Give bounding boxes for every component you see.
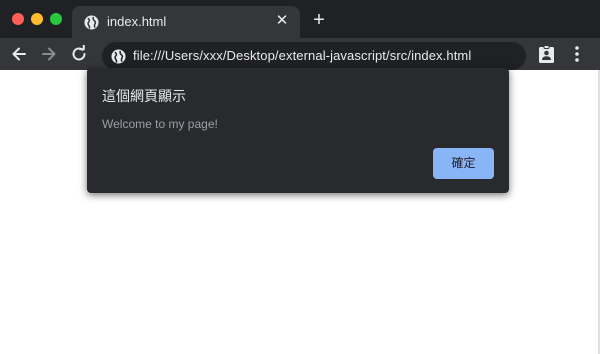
kebab-menu-icon[interactable] [572,45,582,63]
dialog-title: 這個網頁顯示 [102,88,186,104]
tab-index-html[interactable]: index.html ✕ [72,6,300,38]
reload-icon[interactable] [70,45,88,63]
globe-icon[interactable] [111,49,126,64]
window-close-button[interactable] [12,13,24,25]
alert-dialog: 這個網頁顯示 Welcome to my page! 確定 [87,68,509,193]
arrow-right-icon[interactable] [40,45,58,63]
window-minimize-button[interactable] [31,13,43,25]
tab-strip: index.html ✕ + [0,0,600,38]
dialog-message: Welcome to my page! [102,117,218,131]
close-icon[interactable]: ✕ [274,12,290,30]
address-bar[interactable]: file:///Users/xxx/Desktop/external-javas… [102,42,526,70]
tab-title: index.html [107,14,167,29]
plus-icon[interactable]: + [310,10,328,30]
arrow-left-icon[interactable] [10,45,28,63]
window-maximize-button[interactable] [50,13,62,25]
globe-icon [84,15,99,30]
ok-button[interactable]: 確定 [433,148,494,179]
url-text[interactable]: file:///Users/xxx/Desktop/external-javas… [133,48,471,63]
browser-chrome: index.html ✕ + file:///Users/xxx/Desktop… [0,0,600,70]
badge-icon[interactable] [538,45,555,64]
